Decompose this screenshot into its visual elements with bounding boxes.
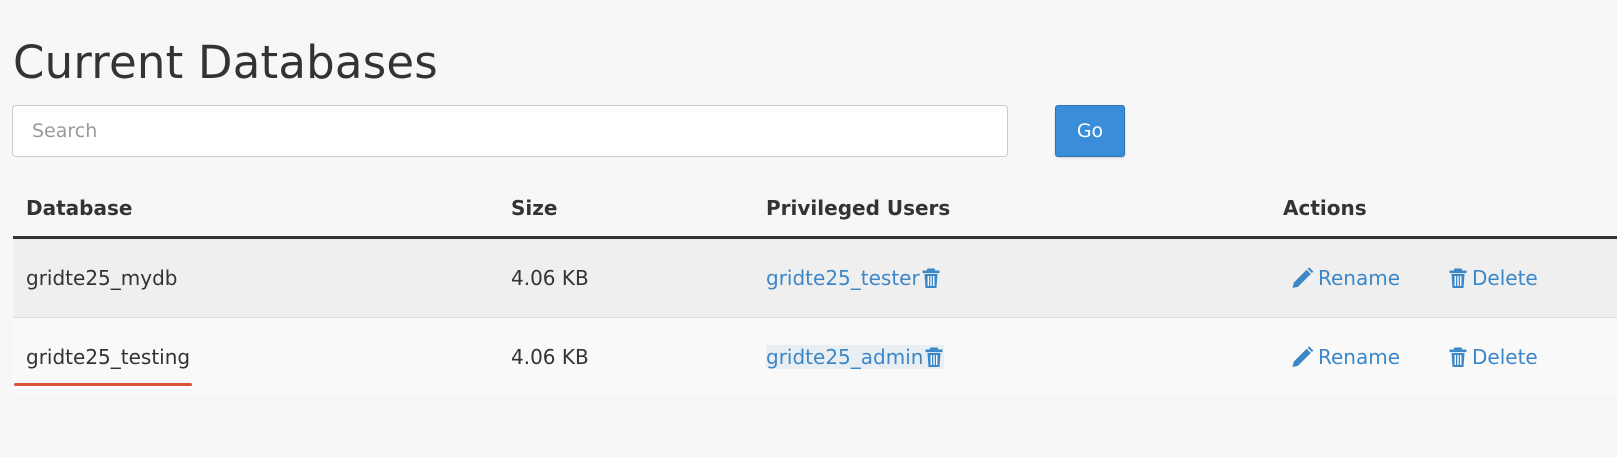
database-cell: gridte25_mydb [13,237,498,318]
delete-label: Delete [1472,266,1538,290]
trash-icon[interactable] [924,346,944,368]
actions-cell: Rename Delete [1270,317,1617,396]
delete-link[interactable]: Delete [1448,345,1538,369]
privileged-users-cell: gridte25_tester [753,237,1270,318]
column-header-privileged-users: Privileged Users [753,180,1270,239]
current-databases-page: Current Databases Go Database Size Privi… [0,0,1617,457]
column-header-actions: Actions [1270,180,1617,239]
database-name: gridte25_testing [13,345,193,386]
size-cell: 4.06 KB [498,317,753,396]
privileged-user: gridte25_tester [766,266,941,290]
privileged-user-link[interactable]: gridte25_admin [766,345,923,369]
search-input[interactable] [12,105,1008,157]
rename-link[interactable]: Rename [1290,345,1448,369]
table-row: gridte25_mydb 4.06 KB gridte25_tester Re… [13,237,1617,318]
column-header-database[interactable]: Database [13,180,498,239]
rename-label: Rename [1318,266,1401,290]
column-header-size[interactable]: Size [498,180,753,239]
page-title: Current Databases [13,36,438,89]
trash-icon [1448,267,1472,289]
database-cell: gridte25_testing [13,317,498,396]
trash-icon [1448,346,1472,368]
table-row: gridte25_testing 4.06 KB gridte25_admin [13,317,1617,396]
row-actions: Rename Delete [1283,266,1617,290]
pencil-icon [1290,346,1318,368]
databases-table: Database Size Privileged Users Actions g… [13,180,1617,396]
go-button[interactable]: Go [1055,105,1125,157]
delete-link[interactable]: Delete [1448,266,1538,290]
database-name: gridte25_mydb [26,266,178,290]
privileged-users-cell: gridte25_admin [753,317,1270,396]
delete-label: Delete [1472,345,1538,369]
table-header-row: Database Size Privileged Users Actions [13,180,1617,239]
actions-cell: Rename Delete [1270,237,1617,318]
trash-icon[interactable] [921,267,941,289]
privileged-user: gridte25_admin [766,345,945,369]
row-actions: Rename Delete [1283,345,1617,369]
size-cell: 4.06 KB [498,237,753,318]
rename-label: Rename [1318,345,1401,369]
privileged-user-link[interactable]: gridte25_tester [766,266,920,290]
rename-link[interactable]: Rename [1290,266,1448,290]
pencil-icon [1290,267,1318,289]
